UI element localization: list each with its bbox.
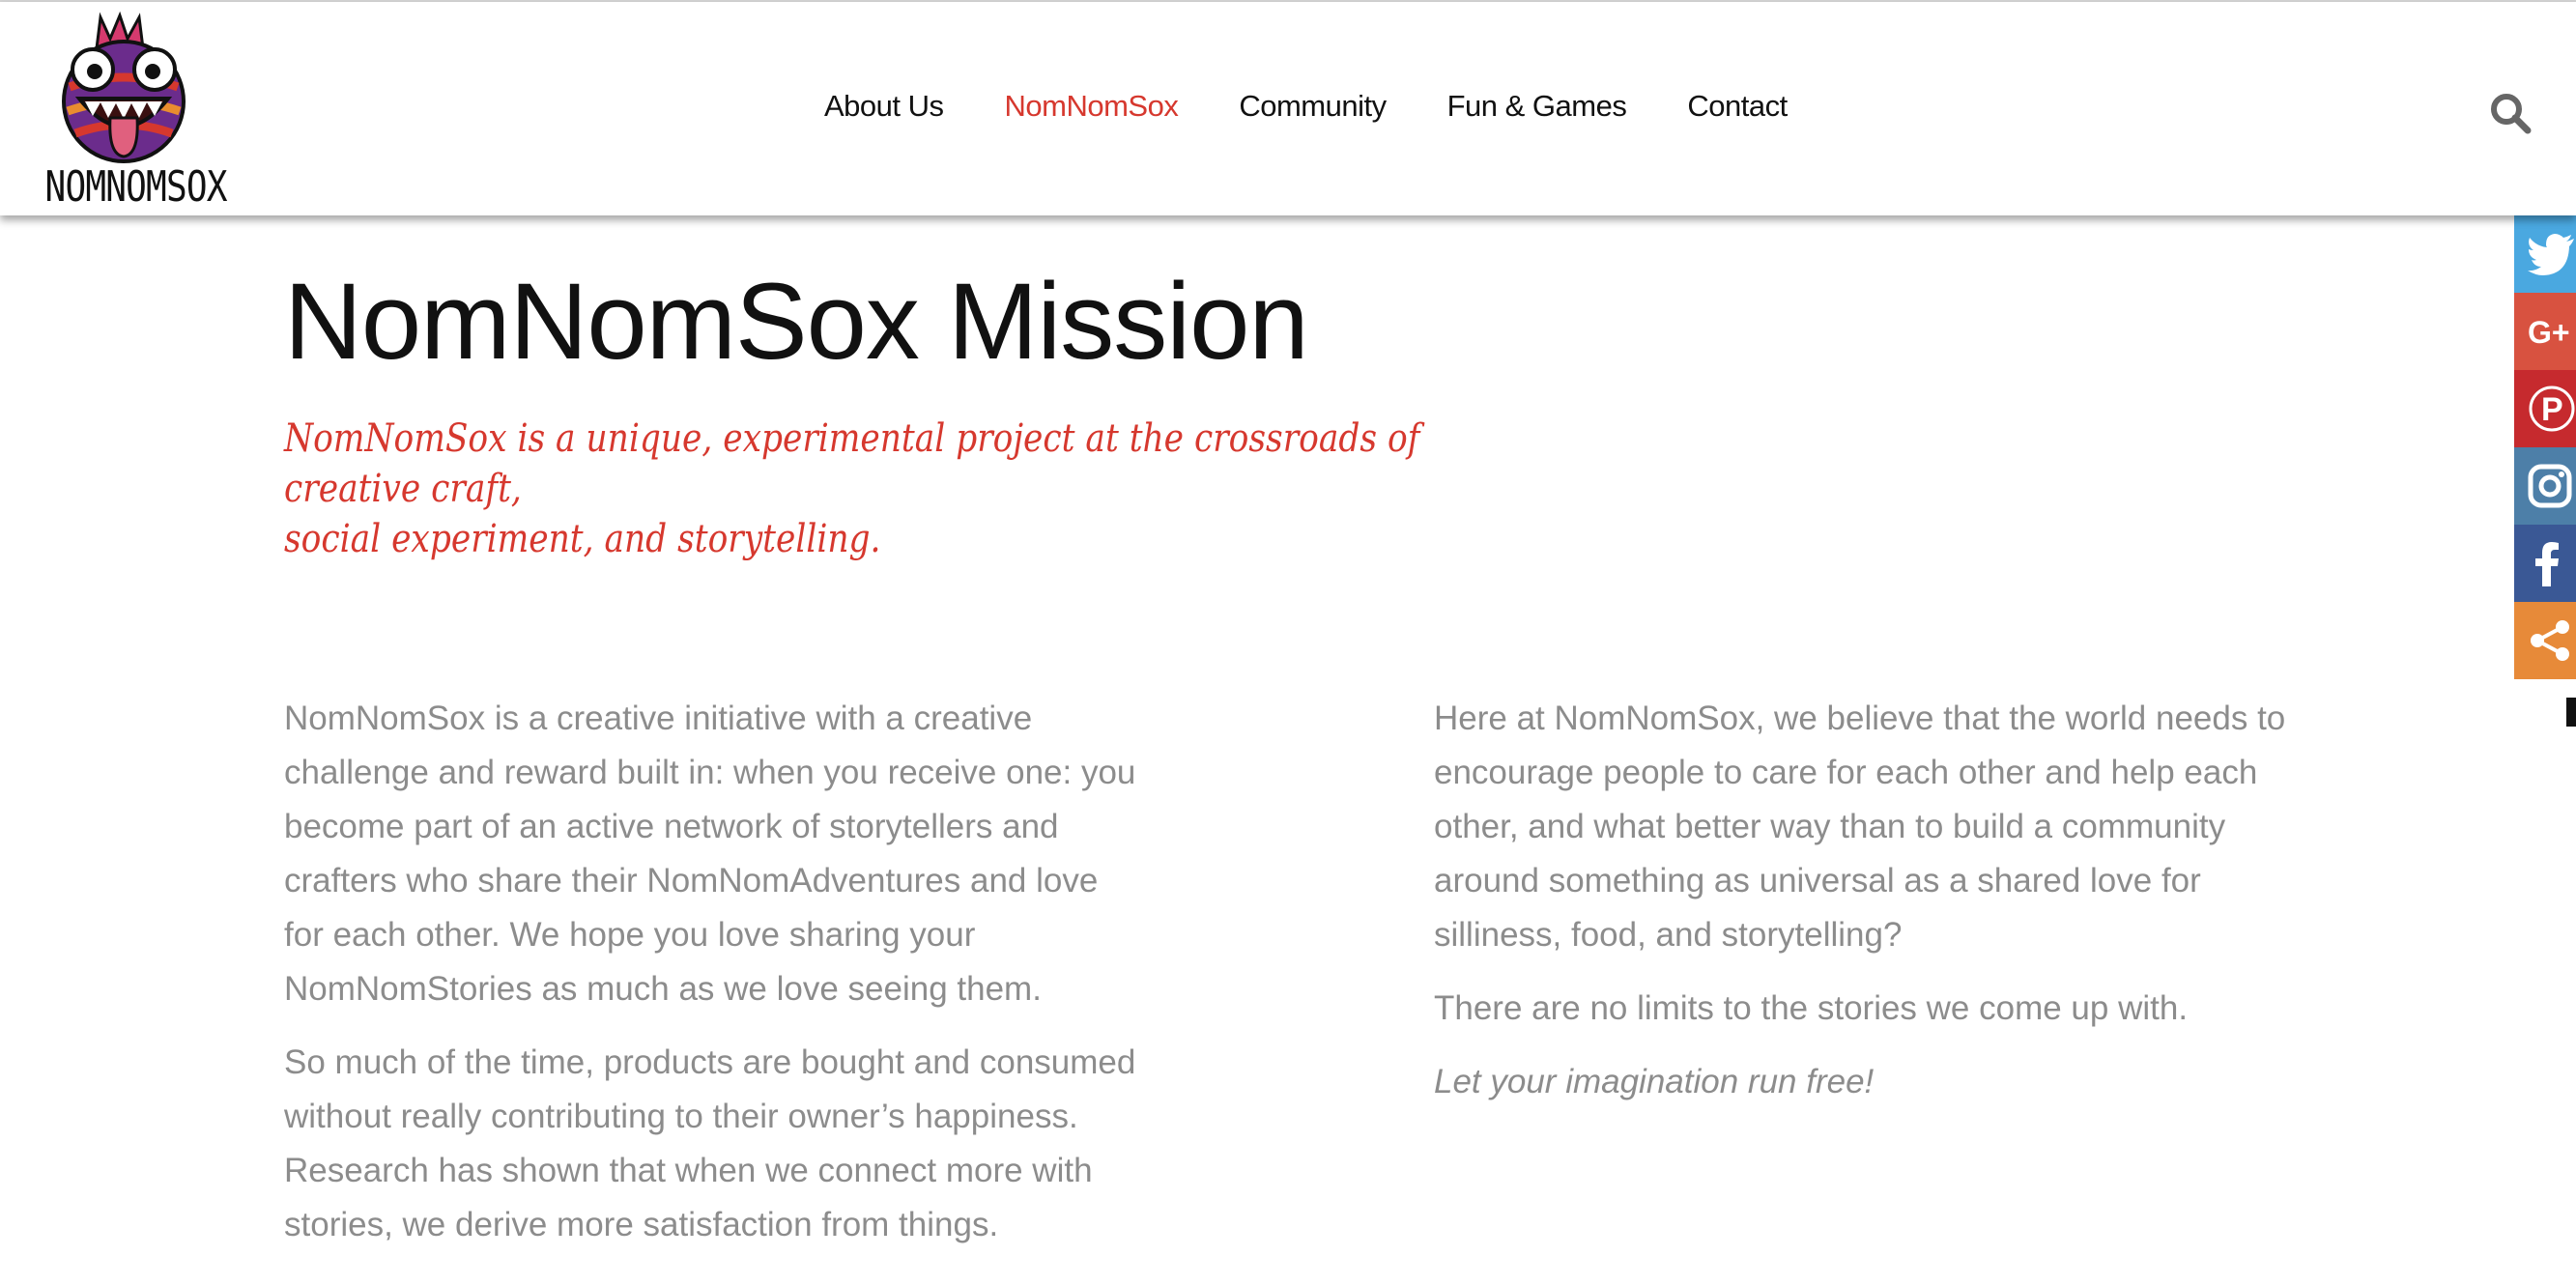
nav-item-contact[interactable]: Contact [1687,89,1788,124]
paragraph: Here at NomNomSox, we believe that the w… [1434,700,2286,954]
share-twitter-button[interactable] [2514,215,2576,293]
nav-item-fun-games[interactable]: Fun & Games [1447,89,1627,124]
page-tagline: NomNomSox is a unique, experimental proj… [284,414,1514,564]
right-column: Here at NomNomSox, we believe that the w… [1434,692,2323,1128]
tagline-line-1: NomNomSox is a unique, experimental proj… [284,416,1420,511]
logo[interactable]: NOMNOMSOX [27,10,228,213]
nav-item-nomnomsox[interactable]: NomNomSox [1005,89,1179,124]
search-button[interactable] [2489,92,2532,134]
share-instagram-button[interactable] [2514,447,2576,525]
share-facebook-button[interactable] [2514,525,2576,602]
svg-text:P: P [2541,391,2563,428]
search-icon [2491,94,2532,134]
page-title: NomNomSox Mission [284,261,1309,382]
share-pinterest-button[interactable]: P [2514,370,2576,447]
main-nav: About Us NomNomSox Community Fun & Games Con… [824,89,1848,137]
svg-text:G+: G+ [2528,315,2570,350]
share-bar-edge-marker [2566,698,2576,727]
nav-item-community[interactable]: Community [1239,89,1387,124]
google-plus-icon: G+ [2528,315,2570,350]
facebook-icon [2535,542,2559,586]
site-header: NOMNOMSOX About Us NomNomSox Community Fun … [0,2,2576,215]
tagline-line-2: social experiment, and storytelling. [284,517,881,561]
share-more-button[interactable] [2514,602,2576,679]
pinterest-icon: P [2529,386,2575,432]
nav-item-about-us[interactable]: About Us [824,89,944,124]
twitter-icon [2528,234,2574,275]
paragraph: There are no limits to the stories we co… [1434,989,2189,1027]
instagram-icon [2528,464,2572,508]
paragraph: NomNomSox is a creative initiative with … [284,700,1136,1008]
monster-logo-icon [62,11,186,163]
left-column: NomNomSox is a creative initiative with … [284,692,1144,1271]
share-icon [2531,620,2569,661]
paragraph: So much of the time, products are bought… [284,1043,1136,1243]
logo-wordmark: NOMNOMSOX [44,162,228,212]
emphasis-paragraph: Let your imagination run free! [1434,1063,1875,1100]
share-google-plus-button[interactable]: G+ [2514,293,2576,370]
social-share-bar: G+ P [2514,215,2576,679]
